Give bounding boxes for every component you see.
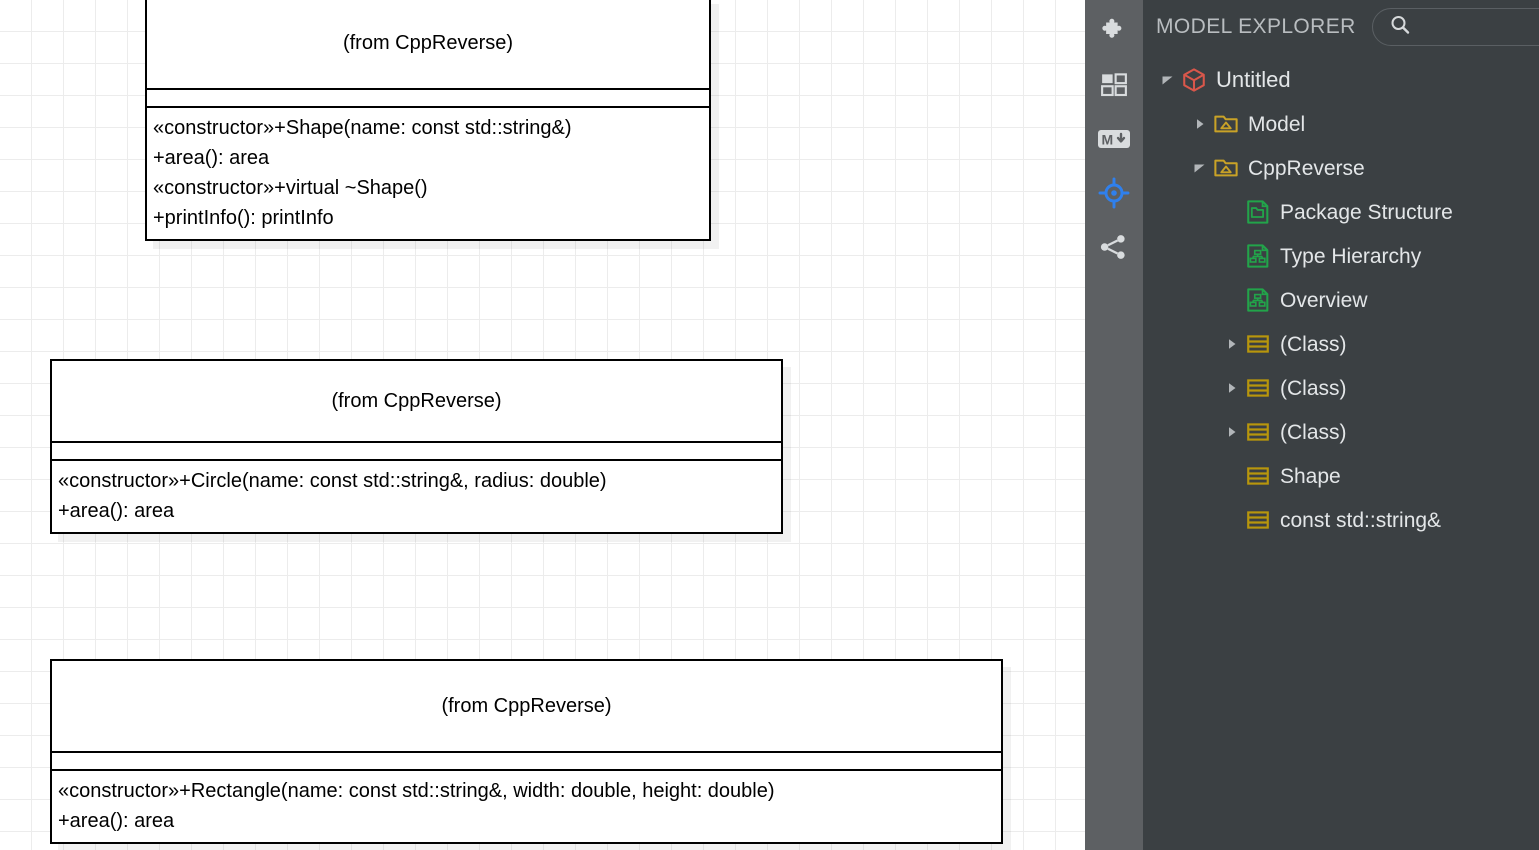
uml-operation[interactable]: «constructor»+Circle(name: const std::st… bbox=[58, 466, 775, 496]
uml-class-icon bbox=[1243, 505, 1273, 535]
chevron-down-icon bbox=[1162, 76, 1173, 85]
uml-class-node[interactable]: (from CppReverse) «constructor»+Shape(nam… bbox=[145, 0, 711, 241]
uml-operations-compartment[interactable]: «constructor»+Circle(name: const std::st… bbox=[52, 461, 781, 532]
twisty-collapsed[interactable] bbox=[1189, 102, 1211, 146]
uml-class-icon bbox=[1243, 461, 1273, 491]
package-folder-icon bbox=[1211, 109, 1241, 139]
uml-attributes-compartment[interactable] bbox=[52, 753, 1001, 771]
svg-text:M: M bbox=[1102, 132, 1114, 148]
uml-attributes-compartment[interactable] bbox=[52, 443, 781, 461]
model-cube-icon bbox=[1179, 65, 1209, 95]
tree-item-label: Overview bbox=[1280, 288, 1368, 312]
uml-class-icon bbox=[1243, 417, 1273, 447]
extensions-icon[interactable] bbox=[1085, 4, 1143, 58]
uml-node-header: (from CppReverse) bbox=[52, 661, 1001, 753]
twisty-placeholder bbox=[1221, 190, 1243, 234]
tree-item-cppreverse[interactable]: CppReverse bbox=[1143, 146, 1539, 190]
uml-class-icon bbox=[1243, 373, 1273, 403]
chevron-right-icon bbox=[1229, 383, 1236, 393]
tree-item-model[interactable]: Model bbox=[1143, 102, 1539, 146]
tree-item-type-hierarchy[interactable]: Type Hierarchy bbox=[1143, 234, 1539, 278]
uml-operation[interactable]: «constructor»+Rectangle(name: const std:… bbox=[58, 776, 995, 806]
tree-item-package-structure[interactable]: Package Structure bbox=[1143, 190, 1539, 234]
twisty-placeholder bbox=[1221, 234, 1243, 278]
tree-item-label: CppReverse bbox=[1248, 156, 1365, 180]
twisty-collapsed[interactable] bbox=[1221, 322, 1243, 366]
uml-operation[interactable]: +area(): area bbox=[58, 806, 995, 836]
uml-operations-compartment[interactable]: «constructor»+Rectangle(name: const std:… bbox=[52, 771, 1001, 842]
tree-item-untitled[interactable]: Untitled bbox=[1143, 58, 1539, 102]
tree-item-overview[interactable]: Overview bbox=[1143, 278, 1539, 322]
tool-icon-rail: M bbox=[1085, 0, 1143, 850]
tree-item-label: Model bbox=[1248, 112, 1306, 136]
twisty-placeholder bbox=[1221, 454, 1243, 498]
chevron-right-icon bbox=[1229, 427, 1236, 437]
uml-operation[interactable]: «constructor»+virtual ~Shape() bbox=[153, 173, 703, 203]
tree-item-class[interactable]: (Class) bbox=[1143, 322, 1539, 366]
tree-item-class[interactable]: (Class) bbox=[1143, 410, 1539, 454]
model-explorer-header: MODEL EXPLORER bbox=[1143, 0, 1539, 54]
uml-attributes-compartment[interactable] bbox=[147, 90, 709, 108]
application-window: (from CppReverse) «constructor»+Shape(nam… bbox=[0, 0, 1539, 850]
twisty-expanded[interactable] bbox=[1189, 146, 1211, 190]
twisty-collapsed[interactable] bbox=[1221, 410, 1243, 454]
target-crosshair-icon[interactable] bbox=[1085, 166, 1143, 220]
class-diagram-icon bbox=[1243, 241, 1273, 271]
uml-node-header: (from CppReverse) bbox=[147, 0, 709, 90]
package-diagram-icon bbox=[1243, 197, 1273, 227]
share-nodes-icon[interactable] bbox=[1085, 220, 1143, 274]
twisty-collapsed[interactable] bbox=[1221, 366, 1243, 410]
tree-item-label: Untitled bbox=[1216, 67, 1291, 92]
chevron-right-icon bbox=[1229, 339, 1236, 349]
search-icon bbox=[1389, 14, 1411, 41]
uml-class-node[interactable]: (from CppReverse) «constructor»+Rectangle… bbox=[50, 659, 1003, 844]
tree-item-label: (Class) bbox=[1280, 420, 1347, 444]
uml-class-node[interactable]: (from CppReverse) «constructor»+Circle(na… bbox=[50, 359, 783, 534]
uml-operation[interactable]: +area(): area bbox=[153, 143, 703, 173]
model-explorer-panel: MODEL EXPLORER Untitled Model CppReverse Pa… bbox=[1143, 0, 1539, 850]
tree-item-label: Package Structure bbox=[1280, 200, 1453, 224]
markdown-icon[interactable]: M bbox=[1085, 112, 1143, 166]
tree-item-label: Type Hierarchy bbox=[1280, 244, 1422, 268]
tree-item-label: (Class) bbox=[1280, 332, 1347, 356]
tree-item-class[interactable]: (Class) bbox=[1143, 366, 1539, 410]
package-folder-icon bbox=[1211, 153, 1241, 183]
search-input[interactable] bbox=[1410, 18, 1539, 36]
uml-operation[interactable]: +printInfo(): printInfo bbox=[153, 203, 703, 233]
uml-operation[interactable]: +area(): area bbox=[58, 496, 775, 526]
class-diagram-icon bbox=[1243, 285, 1273, 315]
twisty-placeholder bbox=[1221, 498, 1243, 542]
model-tree: Untitled Model CppReverse Package Structure… bbox=[1143, 54, 1539, 542]
tree-item-label: (Class) bbox=[1280, 376, 1347, 400]
uml-operations-compartment[interactable]: «constructor»+Shape(name: const std::str… bbox=[147, 108, 709, 239]
twisty-placeholder bbox=[1221, 278, 1243, 322]
tree-item-label: Shape bbox=[1280, 464, 1341, 488]
page-title: MODEL EXPLORER bbox=[1156, 15, 1356, 38]
uml-operation[interactable]: «constructor»+Shape(name: const std::str… bbox=[153, 113, 703, 143]
twisty-expanded[interactable] bbox=[1157, 58, 1179, 102]
diagram-canvas[interactable]: (from CppReverse) «constructor»+Shape(nam… bbox=[0, 0, 1085, 850]
tree-item-label: const std::string& bbox=[1280, 508, 1442, 532]
search-box[interactable] bbox=[1371, 8, 1539, 46]
dashboard-grid-icon[interactable] bbox=[1085, 58, 1143, 112]
tree-item-shape[interactable]: Shape bbox=[1143, 454, 1539, 498]
uml-class-icon bbox=[1243, 329, 1273, 359]
tree-item-const-std-string[interactable]: const std::string& bbox=[1143, 498, 1539, 542]
chevron-down-icon bbox=[1194, 164, 1205, 173]
chevron-right-icon bbox=[1197, 119, 1204, 129]
uml-node-header: (from CppReverse) bbox=[52, 361, 781, 443]
